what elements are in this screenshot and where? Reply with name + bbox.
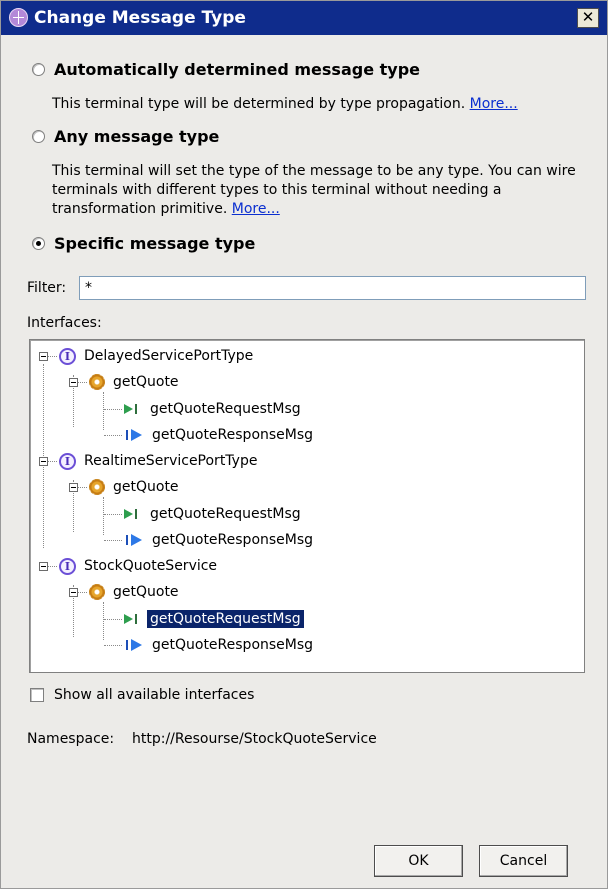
request-message-icon [122,507,142,521]
tree-item-label: getQuote [113,374,179,390]
any-description-text: This terminal will set the type of the m… [52,163,576,217]
radio-specific-label: Specific message type [54,234,256,253]
title-bar: Change Message Type ✕ [1,1,607,35]
tree-item-label: getQuoteResponseMsg [152,532,314,548]
ok-button[interactable]: OK [374,845,463,877]
tree-item-label: DelayedServicePortType [84,348,254,364]
collapse-icon[interactable] [69,377,78,387]
tree-item-label: RealtimeServicePortType [84,453,258,469]
auto-more-link[interactable]: More... [470,96,518,112]
radio-any-label: Any message type [54,127,220,146]
interface-icon: I [59,557,76,575]
collapse-icon[interactable] [39,561,48,571]
tree-item-operation[interactable]: getQuote [69,477,182,497]
collapse-icon[interactable] [69,587,78,597]
tree-item-label: getQuoteRequestMsg [147,610,304,628]
radio-specific-message-type[interactable]: Specific message type [32,234,255,253]
auto-description: This terminal type will be determined by… [52,95,592,114]
request-message-icon [122,402,142,416]
radio-auto-label: Automatically determined message type [54,60,421,79]
response-message-icon [122,533,144,547]
radio-auto-icon[interactable] [32,63,45,76]
tree-item-response[interactable]: getQuoteResponseMsg [104,530,316,550]
change-message-type-dialog: Change Message Type ✕ Automatically dete… [0,0,608,889]
tree-item-label: getQuoteResponseMsg [152,637,314,653]
tree-item-label: StockQuoteService [84,558,218,574]
auto-description-text: This terminal type will be determined by… [52,96,466,112]
tree-item-response[interactable]: getQuoteResponseMsg [104,635,316,655]
any-description: This terminal will set the type of the m… [52,162,592,219]
tree-item-label: getQuoteRequestMsg [150,506,301,522]
show-all-interfaces-label: Show all available interfaces [54,687,255,703]
radio-any-icon[interactable] [32,130,45,143]
tree-item-label: getQuoteResponseMsg [152,427,314,443]
any-more-link[interactable]: More... [232,201,280,217]
tree-item-interface[interactable]: I StockQuoteService [39,556,220,576]
tree-item-request[interactable]: getQuoteRequestMsg [104,399,304,419]
tree-item-operation[interactable]: getQuote [69,372,182,392]
tree-item-request[interactable]: getQuoteRequestMsg [104,504,304,524]
operation-gear-icon [89,374,105,390]
request-message-icon [122,612,142,626]
interfaces-label: Interfaces: [27,315,102,331]
collapse-icon[interactable] [39,351,48,361]
namespace-value: http://Resourse/StockQuoteService [132,731,377,747]
interface-icon: I [59,347,76,365]
show-all-interfaces-checkbox[interactable] [30,688,44,702]
cancel-button[interactable]: Cancel [479,845,568,877]
radio-specific-icon[interactable] [32,237,45,250]
dialog-title: Change Message Type [34,8,246,28]
tree-item-interface[interactable]: I DelayedServicePortType [39,346,256,366]
operation-gear-icon [89,584,105,600]
operation-gear-icon [89,479,105,495]
radio-any-message-type[interactable]: Any message type [32,127,219,146]
tree-item-label: getQuote [113,584,179,600]
response-message-icon [122,638,144,652]
filter-input[interactable] [79,276,586,300]
tree-item-interface[interactable]: I RealtimeServicePortType [39,451,260,471]
tree-item-label: getQuote [113,479,179,495]
tree-item-response[interactable]: getQuoteResponseMsg [104,425,316,445]
collapse-icon[interactable] [69,482,78,492]
interface-icon: I [59,452,76,470]
filter-label: Filter: [27,280,67,296]
radio-auto-message-type[interactable]: Automatically determined message type [32,60,420,79]
tree-item-request-selected[interactable]: getQuoteRequestMsg [104,609,304,629]
collapse-icon[interactable] [39,456,48,466]
dialog-app-icon [9,8,28,27]
tree-item-label: getQuoteRequestMsg [150,401,301,417]
tree-item-operation[interactable]: getQuote [69,582,182,602]
interfaces-tree[interactable]: I DelayedServicePortType getQuote getQuo… [29,339,585,673]
namespace-label: Namespace: [27,731,115,747]
response-message-icon [122,428,144,442]
close-button[interactable]: ✕ [577,8,599,28]
